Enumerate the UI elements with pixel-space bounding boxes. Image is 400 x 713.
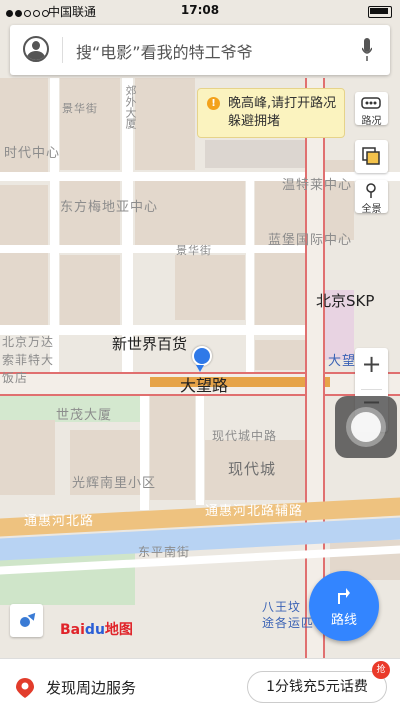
road-label: 东平南街	[138, 545, 191, 559]
current-location-marker	[192, 346, 212, 366]
traffic-label: 路况	[361, 116, 382, 127]
road	[0, 245, 310, 253]
traffic-button[interactable]: 路况	[355, 92, 388, 127]
panorama-label: 全景	[361, 204, 382, 215]
status-time: 17:08	[180, 3, 220, 17]
map-block	[205, 140, 305, 168]
map-label-skp: 北京SKP	[316, 292, 375, 310]
road-label: 郊外大厦	[124, 85, 137, 129]
map-label: 现代城中路	[212, 429, 278, 443]
locate-me-button[interactable]	[10, 604, 43, 637]
map-block	[135, 78, 195, 170]
road-label: 通惠河北路	[24, 514, 95, 529]
heading-arrow	[196, 365, 204, 372]
grab-badge: 抢	[372, 661, 390, 679]
bottom-bar: 发现周边服务 1分钱充5元话费 抢	[0, 658, 400, 713]
main-road	[305, 78, 325, 658]
warning-icon: !	[207, 97, 220, 110]
traffic-icon	[361, 97, 381, 109]
map-label-xinshijie: 新世界百货	[112, 335, 188, 353]
avatar-icon[interactable]	[23, 36, 49, 62]
divider	[62, 37, 63, 63]
zoom-in-button[interactable]: +	[355, 350, 388, 378]
search-input[interactable]: 搜“电影”看我的特工爷爷	[76, 39, 253, 63]
traffic-tip-text: 晚高峰,请打开路况躲避拥堵	[228, 96, 337, 129]
location-dot-icon	[20, 617, 30, 627]
map-block	[0, 78, 48, 178]
map-label: 途各运匹	[262, 616, 315, 630]
discover-nearby-link[interactable]: 发现周边服务	[46, 677, 136, 698]
layers-button[interactable]	[355, 140, 388, 173]
baidu-map-logo: Baidu地图	[60, 619, 133, 639]
logo-paw: du	[84, 622, 105, 638]
assistive-touch-core	[351, 412, 381, 442]
map-label: 蓝堡国际中心	[268, 233, 353, 248]
route-label: 路线	[330, 613, 357, 628]
location-pin-icon	[16, 678, 34, 698]
map-label-dawang: 大望路	[180, 376, 229, 395]
road-label: 景华街	[62, 102, 98, 115]
recharge-promo-button[interactable]: 1分钱充5元话费	[247, 671, 387, 703]
map-block	[150, 395, 195, 500]
status-bar: 中国联通 17:08	[0, 0, 400, 22]
layers-icon	[362, 147, 380, 165]
map-label: 光辉南里小区	[72, 476, 157, 491]
traffic-segment	[150, 377, 330, 387]
map-label: 大望	[328, 354, 357, 369]
map-block	[0, 420, 55, 495]
microphone-icon[interactable]	[362, 38, 372, 62]
logo-text: Bai	[60, 622, 85, 638]
map-block	[0, 185, 48, 325]
route-arrow-icon	[338, 588, 350, 604]
map-label: 八王坟	[262, 600, 302, 614]
road	[140, 390, 149, 510]
map-block	[255, 340, 305, 370]
map-block	[255, 180, 305, 330]
logo-map-text: 地图	[104, 622, 133, 638]
panorama-button[interactable]: 全景	[355, 180, 388, 215]
panorama-pin-icon	[366, 183, 376, 198]
search-bar[interactable]: 搜“电影”看我的特工爷爷	[10, 25, 390, 75]
map-label: 时代中心	[4, 146, 61, 161]
map-block	[175, 255, 245, 320]
road	[246, 180, 254, 380]
map-label: 东方梅地亚中心	[60, 200, 159, 215]
road-label: 景华街	[176, 244, 212, 257]
map-label: 温特莱中心	[282, 178, 353, 193]
map-block	[60, 255, 120, 325]
map-label: 世茂大厦	[56, 408, 113, 423]
battery-icon	[368, 6, 392, 18]
map-label: 北京万达索菲特大饭店	[2, 335, 55, 385]
assistive-touch-button[interactable]	[335, 396, 397, 458]
road-label: 通惠河北路辅路	[205, 504, 304, 519]
road	[196, 395, 204, 505]
map-block	[60, 78, 120, 170]
map-label: 现代城	[228, 460, 277, 478]
route-button[interactable]: 路线	[309, 571, 379, 641]
traffic-tip[interactable]: ! 晚高峰,请打开路况躲避拥堵	[197, 88, 345, 138]
